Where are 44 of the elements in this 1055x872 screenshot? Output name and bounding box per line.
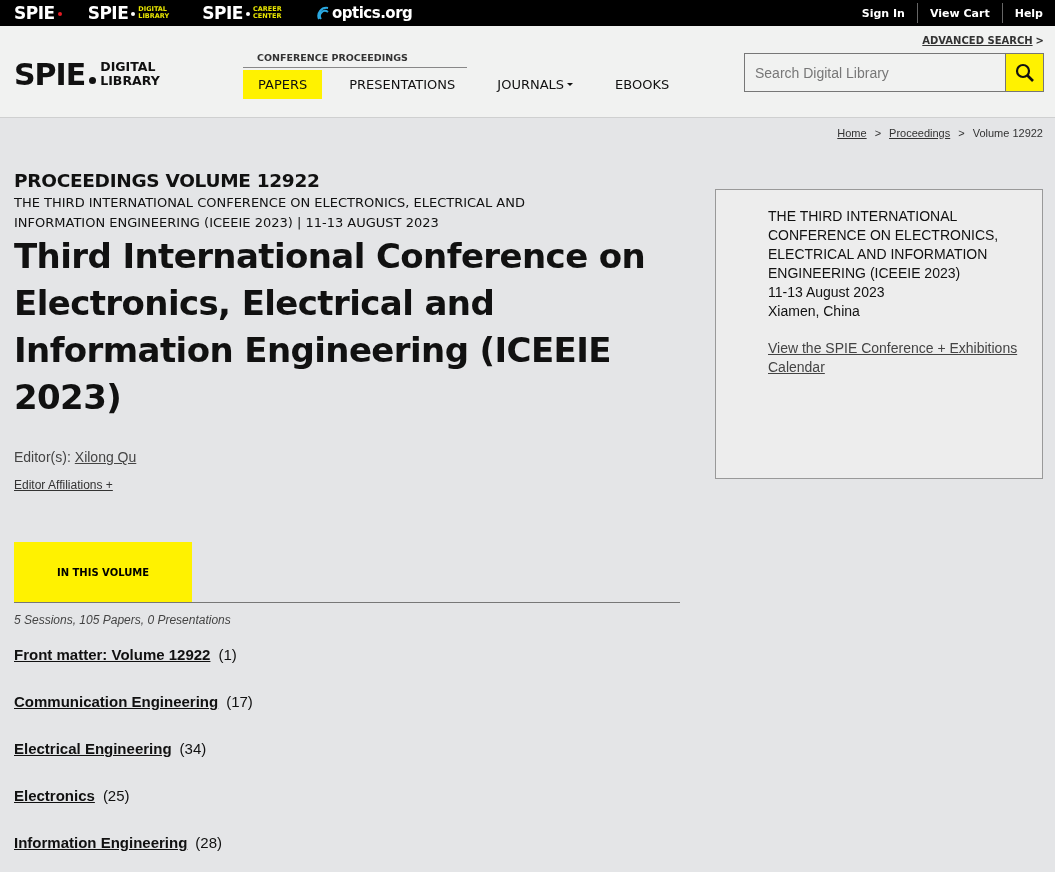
breadcrumb-separator: >: [958, 127, 965, 141]
conference-info-line: Xiamen, China: [768, 302, 861, 321]
conference-info-line: THE THIRD INTERNATIONAL CONFERENCE ON ELECTRONICS, ELECTRICAL AND INFORMATION ENGINEERING (ICEEIE 2023): [768, 207, 1000, 283]
breadcrumb-separator: >: [874, 127, 882, 141]
session-link[interactable]: Electrical Engineering: [14, 740, 172, 757]
brand-logo[interactable]: optics.org: [316, 4, 413, 22]
breadcrumb-link[interactable]: Home: [837, 127, 867, 141]
editors-label: Editor(s):: [14, 449, 71, 465]
page-title: Third International Conference on Electronics, Electrical and Information Engineering (ICEEIE 2023): [14, 235, 647, 419]
conference-line: THE THIRD INTERNATIONAL CONFERENCE ON ELECTRONICS, ELECTRICAL AND INFORMATION ENGINEERING (ICEEIE 2023) | 11-13 AUGUST 2023: [14, 194, 526, 232]
breadcrumb-current: Volume 12922: [972, 127, 1043, 141]
section-tab[interactable]: IN THIS VOLUME: [14, 542, 192, 602]
nav-tab[interactable]: PAPERS: [243, 70, 323, 99]
nav-tab[interactable]: PRESENTATIONS: [334, 70, 471, 99]
calendar-link[interactable]: View the SPIE Conference + Exhibitions Calendar: [768, 339, 1022, 377]
session-link[interactable]: Electronics: [14, 787, 95, 804]
paper-count: (1): [218, 646, 237, 663]
paper-count: (28): [195, 834, 223, 851]
search-button[interactable]: [1006, 53, 1044, 92]
paper-count: (34): [179, 740, 207, 757]
search-icon: [1014, 62, 1035, 83]
search-field[interactable]: Search Digital Library: [744, 53, 1006, 92]
top-link[interactable]: Sign In: [849, 3, 917, 23]
session-link[interactable]: Information Engineering: [14, 834, 188, 851]
brand-logo[interactable]: SPIE: [14, 3, 62, 23]
breadcrumb-link[interactable]: Proceedings: [889, 127, 951, 141]
conference-info-line: 11-13 August 2023: [768, 283, 886, 302]
session-link[interactable]: Front matter: Volume 12922: [14, 646, 211, 663]
paper-count: (17): [226, 693, 253, 710]
nav-tab[interactable]: EBOOKS: [600, 70, 685, 99]
volume-label: PROCEEDINGS VOLUME 12922: [14, 170, 321, 191]
nav-heading: CONFERENCE PROCEEDINGS: [243, 50, 467, 68]
paper-count: (25): [102, 787, 130, 804]
chevron-text: >: [1035, 35, 1044, 46]
signal-arc-icon: [316, 6, 329, 20]
volume-summary: 5 Sessions, 105 Papers, 0 Presentations: [14, 613, 232, 627]
top-link[interactable]: View Cart: [916, 3, 1002, 23]
session-link[interactable]: Communication Engineering: [14, 693, 219, 710]
nav-tab[interactable]: JOURNALS: [482, 70, 589, 99]
top-link[interactable]: Help: [1001, 3, 1055, 23]
site-logo[interactable]: SPIE DIGITAL LIBRARY: [14, 58, 243, 90]
advanced-search-link[interactable]: ADVANCED SEARCH: [922, 35, 1033, 46]
editor-link[interactable]: Xilong Qu: [74, 449, 137, 465]
affiliations-link[interactable]: Editor Affiliations +: [14, 478, 113, 492]
